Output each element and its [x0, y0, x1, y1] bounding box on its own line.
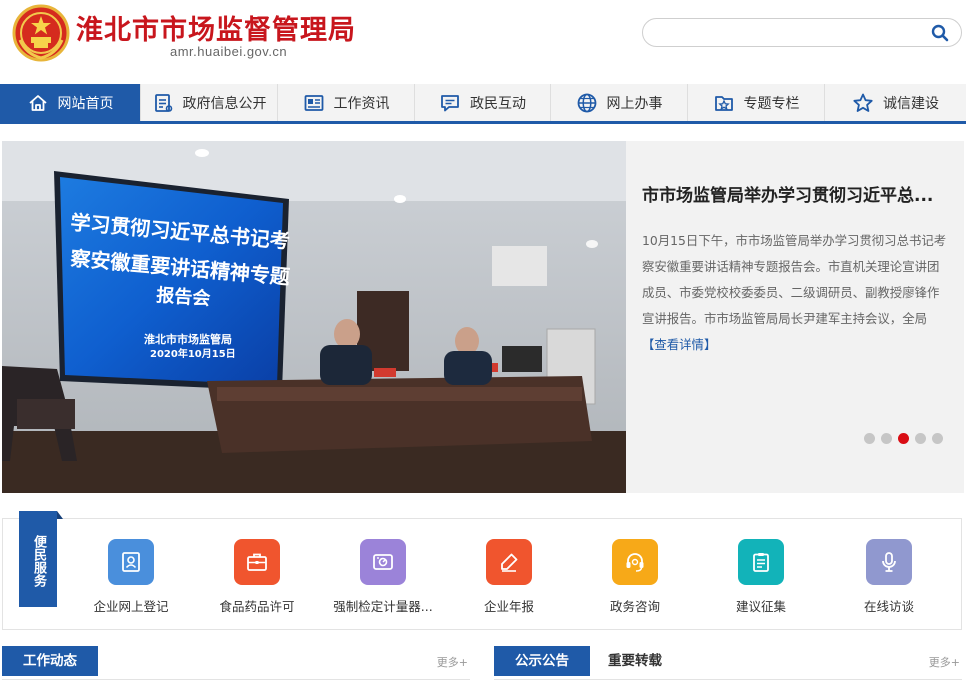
service-icon-bg: [234, 539, 280, 585]
nav-label: 专题专栏: [743, 95, 800, 112]
nav-item-gov-info[interactable]: 政府信息公开: [141, 84, 278, 121]
gauge-icon: [373, 554, 393, 570]
convenience-services: 便民服务 企业网上登记 食品药品许可 强制检定计量器... 企业年报 政务咨询: [2, 511, 962, 630]
national-emblem-icon: [12, 4, 70, 62]
carousel-dots: [864, 433, 949, 444]
service-consultation[interactable]: 政务咨询: [575, 539, 695, 623]
search-input[interactable]: [657, 23, 923, 43]
service-icon-bg: [612, 539, 658, 585]
banner-description-text: 10月15日下午，市市场监管局举办学习贯彻习总书记考察安徽重要讲话精神专题报告会…: [642, 233, 947, 326]
screen-org: 淮北市市场监管局: [144, 332, 232, 346]
service-label: 建议征集: [735, 599, 786, 614]
banner-description: 10月15日下午，市市场监管局举办学习贯彻习总书记考察安徽重要讲话精神专题报告会…: [642, 228, 947, 358]
banner-photo[interactable]: 学习贯彻习近平总书记考 察安徽重要讲话精神专题 报告会 淮北市市场监管局 202…: [2, 141, 626, 493]
service-label: 政务咨询: [609, 599, 660, 614]
service-icon-bg: [486, 539, 532, 585]
work-news-section: 工作动态 更多+: [2, 646, 470, 680]
star-folder-icon: [714, 95, 733, 111]
service-label: 强制检定计量器...: [333, 599, 433, 614]
tab-reprints[interactable]: 重要转载: [608, 646, 662, 676]
service-icon-bg: [738, 539, 784, 585]
more-link[interactable]: 更多+: [437, 654, 468, 670]
search-icon[interactable]: [931, 24, 949, 42]
search-box: [642, 18, 962, 47]
announcement-section: 公示公告 重要转载 更多+: [494, 646, 962, 680]
service-label: 企业网上登记: [93, 599, 169, 614]
banner-title[interactable]: 市市场监管局举办学习贯彻习近平总...: [642, 181, 944, 206]
tab-announcements[interactable]: 公示公告: [494, 646, 590, 676]
nav-item-special-topics[interactable]: 专题专栏: [688, 84, 825, 121]
view-details-link[interactable]: 【查看详情】: [642, 337, 716, 352]
briefcase-icon: [247, 553, 267, 571]
edit-icon: [501, 553, 518, 572]
nav-label: 网站首页: [57, 95, 114, 112]
site-title: 淮北市市场监督管理局: [76, 15, 356, 46]
document-list-icon: [154, 93, 172, 112]
service-suggestion[interactable]: 建议征集: [701, 539, 821, 623]
service-online-interview[interactable]: 在线访谈: [829, 539, 949, 623]
site-header: 淮北市市场监督管理局 amr.huaibei.gov.cn: [0, 0, 966, 84]
screen-date: 2020年10月15日: [150, 347, 236, 360]
nav-label: 政民互动: [470, 95, 526, 112]
nav-item-credit[interactable]: 诚信建设: [825, 84, 966, 121]
services-tag: 便民服务: [19, 511, 57, 607]
service-annual-report[interactable]: 企业年报: [449, 539, 569, 623]
service-label: 食品药品许可: [219, 599, 295, 614]
site-domain: amr.huaibei.gov.cn: [170, 44, 288, 59]
nav-item-work-news[interactable]: 工作资讯: [278, 84, 415, 121]
home-icon: [28, 94, 47, 111]
nav-item-home[interactable]: 网站首页: [0, 84, 141, 121]
main-nav: 网站首页 政府信息公开 工作资讯 政民互动 网上办事 专题专栏 诚信建设: [0, 84, 966, 124]
nav-label: 政府信息公开: [182, 95, 267, 112]
service-icon-bg: [866, 539, 912, 585]
id-card-icon: [122, 552, 140, 572]
headset-icon: [626, 553, 644, 572]
services-tag-fold: [57, 511, 63, 519]
chat-icon: [441, 94, 459, 111]
nav-label: 工作资讯: [333, 95, 390, 112]
service-online-registration[interactable]: 企业网上登记: [71, 539, 191, 623]
newspaper-icon: [304, 94, 323, 111]
service-label: 在线访谈: [863, 599, 914, 614]
news-carousel: 学习贯彻习近平总书记考 察安徽重要讲话精神专题 报告会 淮北市市场监管局 202…: [2, 141, 964, 493]
carousel-dot-active[interactable]: [898, 433, 909, 444]
carousel-dot[interactable]: [915, 433, 926, 444]
tab-work-news[interactable]: 工作动态: [2, 646, 98, 676]
service-label: 企业年报: [483, 599, 534, 614]
nav-item-interaction[interactable]: 政民互动: [415, 84, 551, 121]
banner-article: 市市场监管局举办学习贯彻习近平总... 10月15日下午，市市场监管局举办学习贯…: [642, 181, 947, 358]
globe-icon: [577, 93, 596, 112]
microphone-icon: [882, 552, 896, 572]
screen-text-line3: 报告会: [156, 284, 211, 310]
carousel-dot[interactable]: [864, 433, 875, 444]
carousel-dot[interactable]: [881, 433, 892, 444]
clipboard-icon: [753, 553, 769, 572]
service-food-drug-license[interactable]: 食品药品许可: [197, 539, 317, 623]
service-metrology-verification[interactable]: 强制检定计量器...: [323, 539, 443, 623]
nav-label: 网上办事: [606, 95, 663, 112]
service-icon-bg: [360, 539, 406, 585]
service-icon-bg: [108, 539, 154, 585]
carousel-dot[interactable]: [932, 433, 943, 444]
nav-item-online-service[interactable]: 网上办事: [551, 84, 688, 121]
nav-label: 诚信建设: [883, 95, 939, 112]
more-link[interactable]: 更多+: [929, 654, 960, 670]
star-icon: [853, 93, 873, 112]
